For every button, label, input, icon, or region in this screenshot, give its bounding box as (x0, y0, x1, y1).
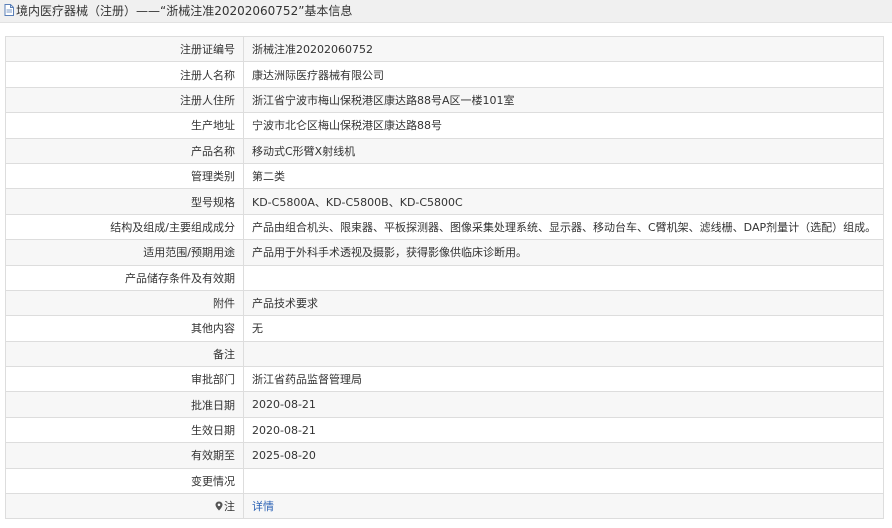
field-value: 移动式C形臂X射线机 (243, 137, 884, 164)
field-value: 浙江省药品监督管理局 (243, 366, 884, 393)
field-label: 管理类别 (5, 162, 244, 190)
field-label: 注册人住所 (5, 86, 244, 114)
field-value: 产品用于外科手术透视及摄影，获得影像供临床诊断用。 (243, 239, 884, 266)
table-row: 结构及组成/主要组成成分 产品由组合机头、限束器、平板探测器、图像采集处理系统、显… (5, 213, 884, 241)
field-label: 有效期至 (5, 442, 244, 469)
field-value: 宁波市北仑区梅山保税港区康达路88号 (243, 112, 884, 139)
note-label: 注 (224, 500, 235, 514)
field-label: 审批部门 (5, 366, 244, 393)
field-value: 2020-08-21 (243, 391, 884, 418)
table-row: 注册人住所 浙江省宁波市梅山保税港区康达路88号A区一楼101室 (5, 86, 884, 114)
table-row: 有效期至 2025-08-20 (5, 442, 884, 469)
field-label: 生产地址 (5, 112, 244, 139)
table-row: 附件 产品技术要求 (5, 289, 884, 317)
field-value (243, 264, 884, 291)
field-value: 浙江省宁波市梅山保税港区康达路88号A区一楼101室 (243, 86, 884, 114)
field-value: KD-C5800A、KD-C5800B、KD-C5800C (243, 188, 884, 215)
table-row: 备注 (5, 340, 884, 368)
page-header: 境内医疗器械（注册）——“浙械注准20202060752”基本信息 (0, 0, 892, 23)
table-row: 管理类别 第二类 (5, 162, 884, 190)
field-label: 注册人名称 (5, 61, 244, 88)
field-value: 第二类 (243, 162, 884, 190)
field-value: 2025-08-20 (243, 442, 884, 469)
field-value: 产品技术要求 (243, 289, 884, 317)
table-row: 批准日期 2020-08-21 (5, 391, 884, 418)
field-label: 结构及组成/主要组成成分 (5, 213, 244, 241)
field-label: 型号规格 (5, 188, 244, 215)
field-label: 适用范围/预期用途 (5, 239, 244, 266)
field-label: 其他内容 (5, 315, 244, 342)
field-label-note: 注 (5, 493, 244, 520)
field-value: 康达洲际医疗器械有限公司 (243, 61, 884, 88)
table-row: 产品储存条件及有效期 (5, 264, 884, 291)
field-label: 产品储存条件及有效期 (5, 264, 244, 291)
field-value (243, 340, 884, 368)
field-label: 变更情况 (5, 467, 244, 495)
table-row: 生产地址 宁波市北仑区梅山保税港区康达路88号 (5, 112, 884, 139)
field-value: 浙械注准20202060752 (243, 35, 884, 63)
table-row: 注册证编号 浙械注准20202060752 (5, 35, 884, 63)
field-value: 无 (243, 315, 884, 342)
table-row: 注册人名称 康达洲际医疗器械有限公司 (5, 61, 884, 88)
table-row: 型号规格 KD-C5800A、KD-C5800B、KD-C5800C (5, 188, 884, 215)
table-row: 其他内容无 (5, 315, 884, 342)
field-value (243, 467, 884, 495)
table-row-note: 注 详情 (5, 493, 884, 520)
field-label: 产品名称 (5, 137, 244, 164)
field-label: 生效日期 (5, 416, 244, 444)
map-pin-icon (215, 501, 223, 514)
table-row: 审批部门 浙江省药品监督管理局 (5, 366, 884, 393)
table-row: 生效日期 2020-08-21 (5, 416, 884, 444)
field-value: 2020-08-21 (243, 416, 884, 444)
table-row: 产品名称 移动式C形臂X射线机 (5, 137, 884, 164)
page-title: 境内医疗器械（注册）——“浙械注准20202060752”基本信息 (16, 4, 353, 18)
details-link[interactable]: 详情 (252, 500, 274, 513)
field-label: 注册证编号 (5, 35, 244, 63)
field-label: 附件 (5, 289, 244, 317)
field-label: 备注 (5, 340, 244, 368)
info-table: 注册证编号 浙械注准20202060752 注册人名称 康达洲际医疗器械有限公司 注册人… (5, 35, 884, 520)
field-value: 产品由组合机头、限束器、平板探测器、图像采集处理系统、显示器、移动台车、C臂机架… (243, 213, 884, 241)
document-icon (4, 1, 14, 23)
field-label: 批准日期 (5, 391, 244, 418)
field-value-note: 详情 (243, 493, 884, 520)
table-row: 适用范围/预期用途 产品用于外科手术透视及摄影，获得影像供临床诊断用。 (5, 239, 884, 266)
table-row: 变更情况 (5, 467, 884, 495)
